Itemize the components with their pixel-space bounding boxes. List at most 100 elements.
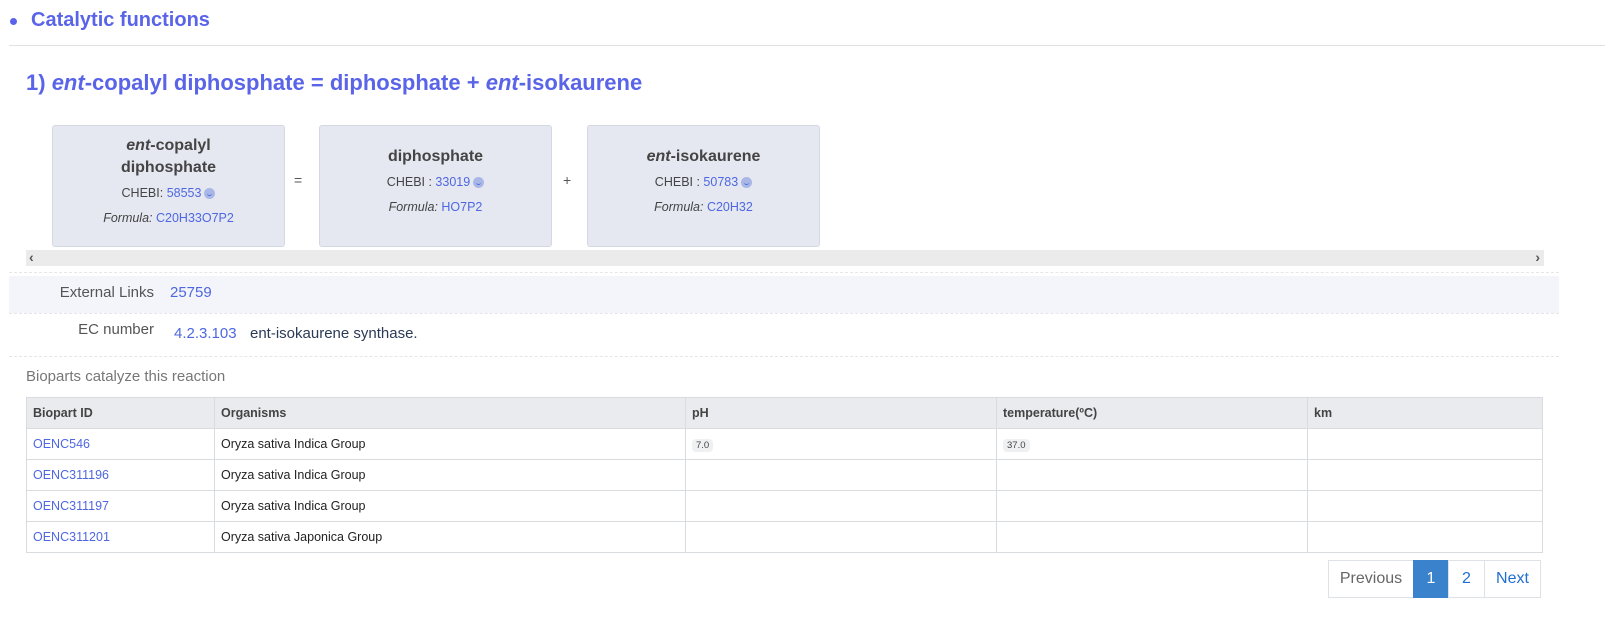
compound-name-prefix: ent xyxy=(646,148,671,165)
ec-description: ent-isokaurene synthase. xyxy=(250,325,418,342)
column-header-km: km xyxy=(1307,397,1543,429)
compound-card-substrate: ent-copalyl diphosphate CHEBI: 58553 Form… xyxy=(52,125,285,247)
ph-cell xyxy=(685,490,997,522)
temperature-cell xyxy=(996,490,1308,522)
reaction-title: 1) ent-copalyl diphosphate = diphosphate… xyxy=(26,70,642,96)
formula-row: Formula: C20H32 xyxy=(588,200,819,214)
km-cell xyxy=(1307,521,1543,553)
ph-badge: 7.0 xyxy=(692,438,714,452)
ec-number-link[interactable]: 4.2.3.103 xyxy=(174,325,237,342)
horizontal-scrollbar[interactable]: ‹ › xyxy=(26,249,1544,266)
page-1-button[interactable]: 1 xyxy=(1413,560,1449,598)
product2-prefix: ent xyxy=(485,70,519,95)
scroll-left-icon[interactable]: ‹ xyxy=(29,249,34,265)
column-header-temperature: temperature(ºC) xyxy=(996,397,1308,429)
divider xyxy=(9,313,1559,314)
plus-sign: + xyxy=(563,172,572,188)
column-header-ph: pH xyxy=(685,397,997,429)
temperature-cell xyxy=(996,459,1308,491)
structure-icon[interactable] xyxy=(473,177,485,188)
biopart-link[interactable]: OENC311201 xyxy=(33,530,110,544)
compound-scroll-area[interactable]: ent -copalyl diphosphate CHEBI: 58553 Form… xyxy=(26,120,1590,258)
structure-icon[interactable] xyxy=(741,177,753,188)
chebi-label: CHEBI: xyxy=(121,186,167,200)
ph-cell xyxy=(685,521,997,553)
km-cell xyxy=(1307,490,1543,522)
ph-cell: 7.0 xyxy=(685,428,997,460)
table-row: OENC311201 Oryza sativa Japonica Group xyxy=(26,521,1543,553)
compound-name-part: -copalyl xyxy=(150,137,211,154)
chebi-link[interactable]: 58553 xyxy=(167,186,202,200)
formula-label: Formula: xyxy=(103,211,156,225)
chebi-link[interactable]: 50783 xyxy=(703,175,738,189)
reaction-equals: = xyxy=(310,70,324,95)
compound-name: diphosphate xyxy=(387,148,484,165)
column-header-organisms: Organisms xyxy=(214,397,686,429)
temperature-cell xyxy=(996,521,1308,553)
column-header-biopart-id: Biopart ID xyxy=(26,397,215,429)
formula-link[interactable]: C20H33O7P2 xyxy=(156,211,234,225)
temperature-badge: 37.0 xyxy=(1003,438,1030,452)
section-header: Catalytic functions xyxy=(9,6,1605,46)
formula-link[interactable]: C20H32 xyxy=(707,200,753,214)
km-cell xyxy=(1307,459,1543,491)
table-header-row: Biopart ID Organisms pH temperature(ºC) … xyxy=(26,397,1543,429)
external-links-label: External Links xyxy=(59,284,154,301)
biopart-id-cell: OENC311197 xyxy=(26,490,215,522)
organism-cell: Oryza sativa Indica Group xyxy=(214,490,686,522)
biopart-link[interactable]: OENC311196 xyxy=(33,468,109,482)
organism-cell: Oryza sativa Japonica Group xyxy=(214,521,686,553)
previous-page-button[interactable]: Previous xyxy=(1328,560,1414,598)
page-2-button[interactable]: 2 xyxy=(1448,560,1485,598)
biopart-link[interactable]: OENC546 xyxy=(33,437,90,451)
formula-link[interactable]: HO7P2 xyxy=(441,200,482,214)
chebi-label: CHEBI : xyxy=(654,175,704,189)
ph-cell xyxy=(685,459,997,491)
substrate-prefix: ent xyxy=(51,70,85,95)
reaction-plus: + xyxy=(466,70,480,95)
compound-card-isokaurene: ent-isokaurene CHEBI : 50783 Formula: C2… xyxy=(587,125,820,247)
product2-name: -isokaurene xyxy=(518,70,643,95)
compound-name: ent-isokaurene xyxy=(588,146,819,168)
compound-name: ent-copalyl diphosphate xyxy=(53,135,284,179)
next-page-button[interactable]: Next xyxy=(1484,560,1541,598)
chebi-label: CHEBI : xyxy=(386,175,436,189)
bioparts-title: Bioparts catalyze this reaction xyxy=(26,368,226,385)
reaction-number: 1) xyxy=(26,70,46,95)
organism-cell: Oryza sativa Indica Group xyxy=(214,459,686,491)
biopart-id-cell: OENC311201 xyxy=(26,521,215,553)
equals-sign: = xyxy=(294,172,303,188)
organism-cell: Oryza sativa Indica Group xyxy=(214,428,686,460)
bullet-icon xyxy=(10,18,17,25)
structure-icon[interactable] xyxy=(204,188,216,199)
ec-number-label: EC number xyxy=(78,321,154,338)
chebi-row: CHEBI : 50783 xyxy=(588,175,819,189)
biopart-link[interactable]: OENC311197 xyxy=(33,499,109,513)
product1-name: diphosphate xyxy=(329,70,461,95)
section-title: Catalytic functions xyxy=(31,9,210,31)
chebi-link[interactable]: 33019 xyxy=(435,175,470,189)
formula-label: Formula: xyxy=(654,200,707,214)
formula-row: Formula: HO7P2 xyxy=(320,200,551,214)
table-row: OENC311197 Oryza sativa Indica Group xyxy=(26,490,1543,522)
biopart-id-cell: OENC546 xyxy=(26,428,215,460)
compound-name-part: -isokaurene xyxy=(670,148,761,165)
km-cell xyxy=(1307,428,1543,460)
temperature-cell: 37.0 xyxy=(996,428,1308,460)
chebi-row: CHEBI: 58553 xyxy=(53,186,284,200)
pagination: Previous 1 2 Next xyxy=(1328,560,1541,598)
table-row: OENC311196 Oryza sativa Indica Group xyxy=(26,459,1543,491)
biopart-id-cell: OENC311196 xyxy=(26,459,215,491)
divider xyxy=(9,272,1559,273)
bioparts-table: Biopart ID Organisms pH temperature(ºC) … xyxy=(26,397,1543,553)
table-row: OENC546 Oryza sativa Indica Group 7.0 37… xyxy=(26,428,1543,460)
formula-label: Formula: xyxy=(388,200,442,214)
scroll-right-icon[interactable]: › xyxy=(1535,249,1540,265)
chebi-row: CHEBI : 33019 xyxy=(320,175,551,189)
substrate-name: -copalyl diphosphate xyxy=(84,70,305,95)
formula-row: Formula: C20H33O7P2 xyxy=(53,211,284,225)
external-links-value[interactable]: 25759 xyxy=(170,284,212,301)
compound-name-part: diphosphate xyxy=(120,159,217,176)
compound-card-diphosphate: diphosphate CHEBI : 33019 Formula: HO7P2 xyxy=(319,125,552,247)
external-links-row: External Links 25759 xyxy=(9,276,1559,313)
